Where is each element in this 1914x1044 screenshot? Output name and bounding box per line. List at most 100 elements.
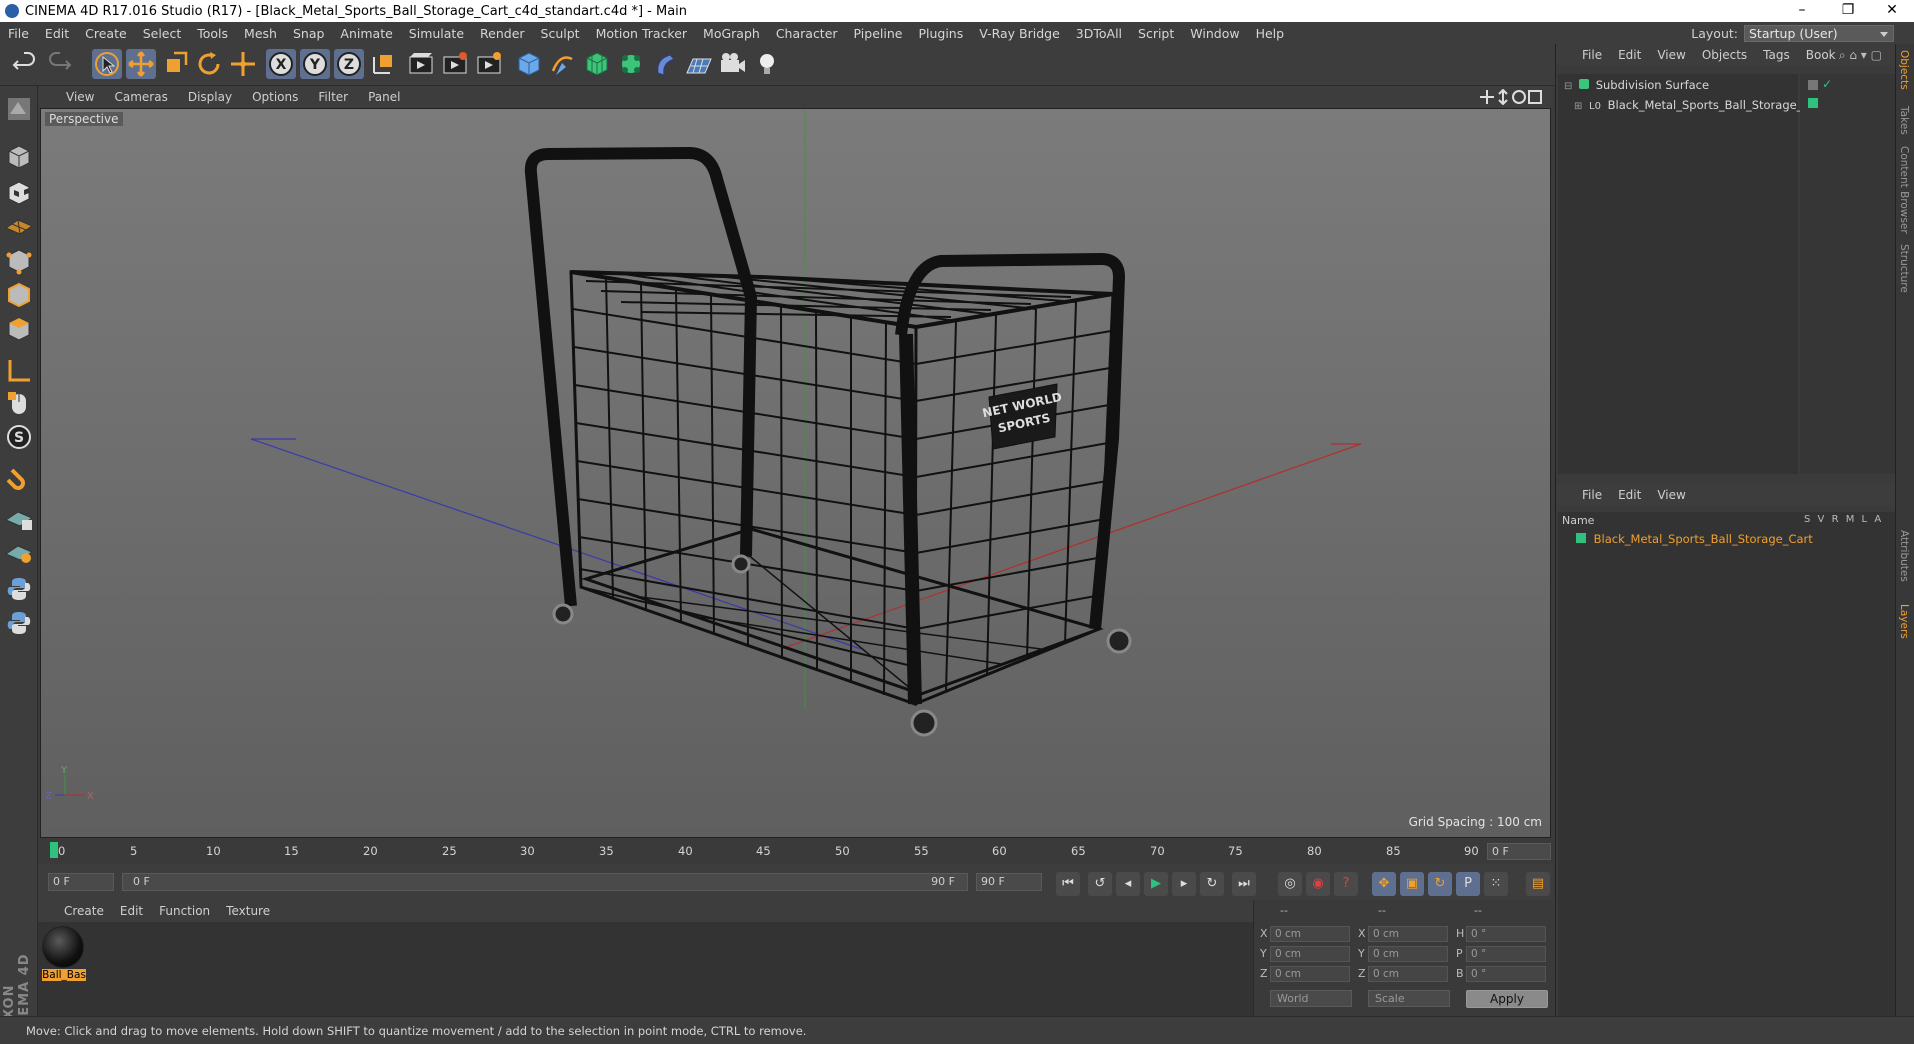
tab-takes[interactable]: Takes: [1898, 106, 1910, 135]
menu-help[interactable]: Help: [1248, 26, 1293, 41]
menu-tools[interactable]: Tools: [189, 26, 236, 41]
deformer-bend-icon[interactable]: [650, 49, 680, 79]
minimize-button[interactable]: –: [1780, 0, 1824, 22]
make-editable-icon[interactable]: [4, 94, 34, 124]
rot-h-field[interactable]: 0 °: [1466, 926, 1546, 942]
menu-mograph[interactable]: MoGraph: [695, 26, 768, 41]
maximize-button[interactable]: ❐: [1826, 0, 1870, 22]
end-frame-field[interactable]: 90 F: [976, 873, 1042, 891]
go-to-end-icon[interactable]: ⏭: [1232, 872, 1256, 896]
layer-menu-file[interactable]: File: [1556, 488, 1610, 502]
tab-attributes[interactable]: Attributes: [1898, 530, 1910, 582]
layout-dropdown[interactable]: Startup (User): [1744, 24, 1894, 42]
layer-menu-view[interactable]: View: [1649, 488, 1693, 502]
menu-snap[interactable]: Snap: [285, 26, 332, 41]
obj-menu-objects[interactable]: Objects: [1694, 48, 1755, 62]
grid-snap-icon[interactable]: [4, 536, 34, 566]
menu-sculpt[interactable]: Sculpt: [533, 26, 588, 41]
timeline-ruler[interactable]: 0 5 10 15 20 25 30 35 40 45 50 55 60 65 …: [38, 838, 1553, 864]
texture-mode-icon[interactable]: [4, 178, 34, 208]
python-console-icon[interactable]: [4, 608, 34, 638]
current-frame-field[interactable]: 0 F: [1487, 843, 1551, 860]
previous-frame-icon[interactable]: ◂: [1116, 872, 1140, 896]
keyframe-selection-icon[interactable]: ?: [1334, 872, 1358, 896]
render-picture-viewer-icon[interactable]: [440, 49, 470, 79]
mat-menu-edit[interactable]: Edit: [112, 904, 151, 918]
playhead-marker[interactable]: [50, 842, 58, 858]
rot-p-field[interactable]: 0 °: [1466, 946, 1546, 962]
menu-select[interactable]: Select: [135, 26, 190, 41]
edit-render-toggle-icon[interactable]: [1808, 80, 1818, 90]
obj-menu-edit[interactable]: Edit: [1610, 48, 1649, 62]
move-tool-icon[interactable]: [126, 49, 156, 79]
select-cursor-icon[interactable]: [92, 49, 122, 79]
tab-layers[interactable]: Layers: [1898, 604, 1910, 639]
start-frame-field[interactable]: 0 F: [48, 873, 114, 891]
rotate-tool-icon[interactable]: [194, 49, 224, 79]
mat-menu-create[interactable]: Create: [38, 904, 112, 918]
x-axis-lock-icon[interactable]: X: [266, 49, 296, 79]
polygons-mode-icon[interactable]: [4, 314, 34, 344]
record-keys-icon[interactable]: ◎: [1278, 872, 1302, 896]
material-swatch[interactable]: Ball_Bas: [42, 926, 86, 981]
layer-color-icon[interactable]: [1808, 98, 1818, 108]
vp-menu-cameras[interactable]: Cameras: [104, 90, 177, 104]
obj-menu-tags[interactable]: Tags: [1755, 48, 1798, 62]
coordinate-system-icon[interactable]: [368, 49, 398, 79]
frame-range-slider[interactable]: 0 F 90 F: [122, 873, 968, 891]
tab-structure[interactable]: Structure: [1898, 244, 1910, 293]
transform-tool-icon[interactable]: [228, 49, 258, 79]
object-row-cart[interactable]: ⊞ L0 Black_Metal_Sports_Ball_Storage_Car…: [1574, 98, 1827, 116]
coordinate-space-dropdown[interactable]: World: [1270, 990, 1352, 1007]
edges-mode-icon[interactable]: [4, 280, 34, 310]
menu-plugins[interactable]: Plugins: [910, 26, 971, 41]
close-button[interactable]: ✕: [1870, 0, 1914, 22]
key-position-icon[interactable]: ✥: [1372, 872, 1396, 896]
camera-icon[interactable]: [718, 49, 748, 79]
perspective-viewport[interactable]: Perspective NET WORLD SPORTS Y Z X Grid …: [40, 108, 1551, 838]
timeline-window-icon[interactable]: ▤: [1526, 872, 1550, 896]
menu-3dtoall[interactable]: 3DToAll: [1068, 26, 1130, 41]
menu-script[interactable]: Script: [1130, 26, 1182, 41]
menu-animate[interactable]: Animate: [332, 26, 400, 41]
pos-x-field[interactable]: 0 cm: [1270, 926, 1350, 942]
key-rotation-icon[interactable]: ↻: [1428, 872, 1452, 896]
obj-menu-file[interactable]: File: [1556, 48, 1610, 62]
key-pla-icon[interactable]: ⁙: [1484, 872, 1508, 896]
snap-icon[interactable]: S: [4, 422, 34, 452]
size-x-field[interactable]: 0 cm: [1368, 926, 1448, 942]
next-frame-icon[interactable]: ▸: [1172, 872, 1196, 896]
previous-key-icon[interactable]: ↺: [1088, 872, 1112, 896]
magnet-icon[interactable]: [4, 464, 34, 494]
size-mode-dropdown[interactable]: Scale: [1368, 990, 1450, 1007]
key-parameter-icon[interactable]: P: [1456, 872, 1480, 896]
subdivision-surface-icon[interactable]: [582, 49, 612, 79]
autokey-icon[interactable]: ◉: [1306, 872, 1330, 896]
floor-grid-icon[interactable]: [684, 49, 714, 79]
menu-create[interactable]: Create: [77, 26, 135, 41]
light-bulb-icon[interactable]: [752, 49, 782, 79]
menu-character[interactable]: Character: [768, 26, 846, 41]
mograph-cloner-icon[interactable]: [616, 49, 646, 79]
enabled-check-icon[interactable]: ✓: [1822, 77, 1832, 91]
vp-menu-filter[interactable]: Filter: [308, 90, 358, 104]
layer-menu-edit[interactable]: Edit: [1610, 488, 1649, 502]
points-mode-icon[interactable]: [4, 246, 34, 276]
size-z-field[interactable]: 0 cm: [1368, 966, 1448, 982]
layer-row[interactable]: Black_Metal_Sports_Ball_Storage_Cart: [1576, 532, 1813, 550]
redo-icon[interactable]: [44, 49, 74, 79]
cube-primitive-icon[interactable]: [514, 49, 544, 79]
vp-menu-display[interactable]: Display: [178, 90, 242, 104]
search-icon[interactable]: ⌕ ⌂ ▾ ▢: [1831, 48, 1890, 63]
vp-menu-options[interactable]: Options: [242, 90, 308, 104]
tab-objects[interactable]: Objects: [1898, 50, 1910, 90]
key-scale-icon[interactable]: ▣: [1400, 872, 1424, 896]
menu-motion-tracker[interactable]: Motion Tracker: [588, 26, 695, 41]
menu-render[interactable]: Render: [472, 26, 533, 41]
workplane-mode-icon[interactable]: [4, 210, 34, 240]
size-y-field[interactable]: 0 cm: [1368, 946, 1448, 962]
next-key-icon[interactable]: ↻: [1200, 872, 1224, 896]
play-icon[interactable]: ▶: [1144, 872, 1168, 896]
mat-menu-texture[interactable]: Texture: [218, 904, 278, 918]
z-axis-lock-icon[interactable]: Z: [334, 49, 364, 79]
